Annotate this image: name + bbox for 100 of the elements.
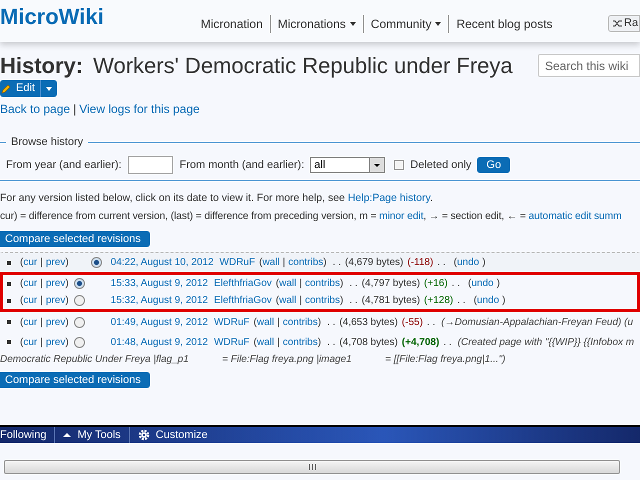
- month-dropdown[interactable]: all: [310, 157, 386, 173]
- toolbar-item[interactable]: Following: [0, 426, 54, 444]
- radio-button[interactable]: [74, 316, 85, 328]
- separator-dots: . .: [327, 316, 336, 330]
- diff-links: (cur | prev): [20, 316, 69, 330]
- help-page-history-link[interactable]: Help:Page history: [348, 192, 430, 204]
- undo-links: (undo ): [474, 295, 507, 306]
- user-tool-links: (wall | contribs): [276, 277, 344, 292]
- user-tool-links: (wall | contribs): [259, 256, 327, 270]
- user-tool-link[interactable]: wall: [256, 336, 274, 348]
- nav-link[interactable]: Micronations: [278, 15, 346, 33]
- diff-link[interactable]: cur: [23, 316, 38, 328]
- compare-revisions-button[interactable]: Compare selected revisions: [0, 372, 150, 388]
- separator-dots: . .: [327, 336, 336, 350]
- back-to-page-link[interactable]: Back to page: [0, 100, 70, 118]
- revision-date-link[interactable]: 01:48, August 9, 2012: [110, 334, 208, 350]
- separator-dots: . .: [452, 277, 460, 292]
- legend-link[interactable]: minor edit: [379, 211, 424, 222]
- user-tool-link[interactable]: wall: [262, 257, 280, 268]
- bullet-icon: [7, 282, 11, 286]
- fieldset-legend: Browse history: [6, 134, 88, 150]
- radio-button[interactable]: [74, 336, 85, 348]
- horizontal-scrollbar[interactable]: [4, 460, 620, 474]
- user-link[interactable]: ElefthfriaGov: [214, 276, 272, 292]
- undo-link[interactable]: undo: [476, 295, 500, 306]
- search-field[interactable]: Search this wiki: [538, 54, 640, 77]
- user-tool-link[interactable]: wall: [279, 295, 296, 306]
- revision-date-link[interactable]: 15:33, August 9, 2012: [110, 276, 208, 292]
- user-link[interactable]: WDRuF: [220, 255, 256, 270]
- edit-button[interactable]: Edit: [0, 80, 57, 97]
- user-tool-links: (wall | contribs): [276, 294, 344, 308]
- diff-link[interactable]: cur: [23, 278, 38, 290]
- revision-date-link[interactable]: 04:22, August 10, 2012: [110, 255, 214, 270]
- size-text: (4,797 bytes): [362, 277, 420, 292]
- grip-icon: [308, 464, 316, 470]
- gear-icon: [138, 429, 150, 441]
- user-tool-link[interactable]: contribs: [282, 316, 318, 328]
- size-text: (4,679 bytes): [344, 256, 404, 270]
- diff-link[interactable]: prev: [46, 316, 66, 328]
- user-tool-link[interactable]: contribs: [288, 257, 324, 268]
- page-title: History: Workers' Democratic Republic under Freya: [0, 53, 513, 79]
- undo-links: (undo ): [468, 278, 501, 290]
- diff-link[interactable]: cur: [23, 295, 38, 306]
- user-link[interactable]: WDRuF: [214, 314, 250, 330]
- size-change-text: (-55): [402, 316, 423, 330]
- separator-dots: . .: [349, 277, 358, 292]
- radio-button[interactable]: [74, 278, 85, 290]
- user-tool-links: (wall | contribs): [254, 316, 322, 330]
- toolbar-item[interactable]: Customize: [128, 426, 216, 444]
- toolbar-item[interactable]: My Tools: [54, 426, 129, 444]
- separator-dots: . .: [443, 336, 452, 350]
- user-link[interactable]: ElefthfriaGov: [214, 293, 272, 308]
- user-tool-link[interactable]: contribs: [304, 278, 340, 290]
- user-link[interactable]: WDRuF: [214, 334, 250, 350]
- revision-date-link[interactable]: 15:32, August 9, 2012: [110, 293, 208, 308]
- diff-links: (cur | prev): [20, 277, 69, 292]
- nav-link[interactable]: Micronation: [200, 15, 263, 33]
- size-text: (4,708 bytes): [339, 336, 398, 350]
- month-label: From month (and earlier):: [180, 158, 304, 173]
- radio-button[interactable]: [90, 257, 102, 268]
- separator-dots: . .: [457, 294, 466, 308]
- separator-dots: . .: [426, 316, 436, 330]
- separator-dots: . .: [349, 294, 358, 308]
- diff-link[interactable]: prev: [46, 295, 66, 306]
- bullet-icon: [7, 340, 11, 344]
- diff-link[interactable]: prev: [46, 278, 66, 290]
- edit-summary: Democratic Republic Under Freya |flag_p1 = File:Flag freya.png |image1 = [[File:Flag freya.png|1..."): [0, 353, 506, 368]
- diff-link[interactable]: cur: [23, 257, 38, 268]
- year-input-field[interactable]: [128, 156, 173, 174]
- compare-revisions-button[interactable]: Compare selected revisions: [0, 230, 150, 247]
- site-logo[interactable]: MicroWiki: [0, 0, 104, 32]
- separator-dots: . .: [437, 256, 446, 270]
- go-button[interactable]: Go: [477, 157, 510, 173]
- diff-link[interactable]: prev: [46, 257, 66, 268]
- user-tool-links: (wall | contribs): [254, 336, 322, 350]
- undo-link[interactable]: undo: [471, 278, 494, 290]
- diff-link[interactable]: cur: [23, 336, 38, 348]
- user-tool-link[interactable]: contribs: [282, 336, 318, 348]
- size-change-text: (+4,708): [402, 336, 440, 350]
- user-tool-link[interactable]: wall: [279, 278, 296, 290]
- radio-button[interactable]: [74, 295, 85, 306]
- separator-text: |: [73, 101, 76, 118]
- user-tool-link[interactable]: wall: [256, 316, 274, 328]
- edit-summary: (→Domusian-Appalachian-Freyan Feud) (u: [441, 316, 634, 330]
- undo-link[interactable]: undo: [456, 257, 480, 268]
- view-logs-link[interactable]: View logs for this page: [79, 100, 200, 118]
- legend-link[interactable]: automatic edit summ: [528, 211, 622, 222]
- shuffle-icon: [613, 20, 622, 26]
- user-tool-link[interactable]: contribs: [304, 295, 340, 306]
- bullet-icon: [7, 298, 11, 303]
- size-change-text: (-118): [407, 256, 434, 270]
- bullet-icon: [7, 260, 11, 265]
- help-text: For any version listed below, click on its date to view it. For more help, see Help:Page history.: [0, 190, 433, 206]
- deleted-only-checkbox[interactable]: [394, 160, 404, 170]
- nav-link[interactable]: Community: [370, 15, 432, 33]
- separator-dots: . .: [332, 256, 341, 270]
- revision-date-link[interactable]: 01:49, August 9, 2012: [110, 314, 208, 330]
- nav-link[interactable]: Recent blog posts: [456, 15, 553, 33]
- random-button[interactable]: Ra: [608, 14, 640, 32]
- diff-link[interactable]: prev: [46, 336, 66, 348]
